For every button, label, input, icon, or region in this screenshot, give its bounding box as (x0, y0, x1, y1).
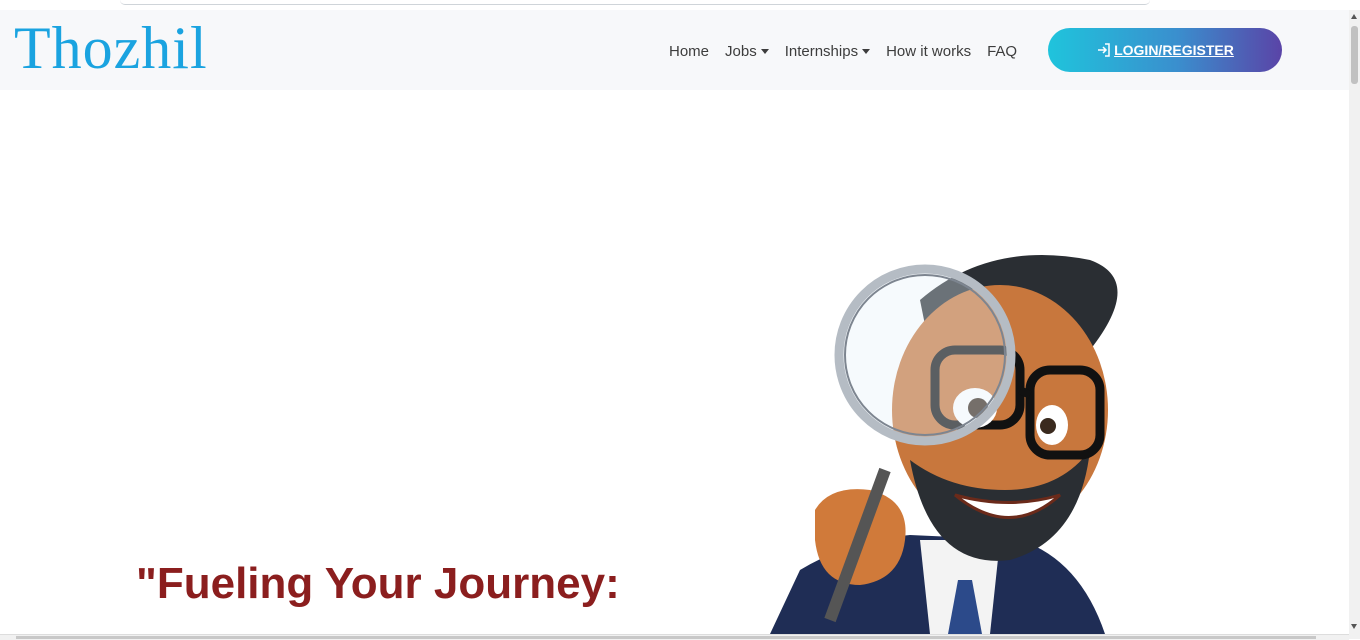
sign-in-icon (1096, 42, 1112, 58)
horizontal-scrollbar[interactable] (0, 634, 1349, 640)
hero-illustration (760, 240, 1140, 634)
nav-internships-dropdown[interactable]: Internships (784, 42, 871, 60)
logo-text: Thozhil (14, 15, 208, 81)
nav-how-it-works-label: How it works (886, 42, 972, 60)
navbar: Thozhil Home Jobs Internships How it wor… (0, 10, 1349, 90)
nav-links: Home Jobs Internships How it works FAQ (669, 40, 1033, 62)
scroll-thumb[interactable] (1351, 26, 1358, 84)
caret-down-icon (862, 48, 871, 54)
nav-internships-label: Internships (784, 42, 859, 60)
caret-down-icon (760, 48, 769, 54)
nav-faq-link[interactable]: FAQ (987, 43, 1017, 60)
login-register-label: LOGIN/REGISTER (1114, 42, 1234, 58)
nav-faq-label: FAQ (987, 42, 1018, 60)
tab-edge (120, 0, 1150, 5)
nav-home-label: Home (669, 42, 710, 60)
login-register-button[interactable]: LOGIN/REGISTER (1048, 28, 1282, 72)
vertical-scrollbar[interactable] (1349, 10, 1360, 639)
nav-jobs-dropdown[interactable]: Jobs (725, 43, 769, 60)
nav-home-link[interactable]: Home (669, 43, 709, 60)
site-logo[interactable]: Thozhil (14, 18, 214, 78)
scroll-up-arrow-icon[interactable] (1351, 14, 1357, 19)
nav-how-it-works-link[interactable]: How it works (886, 43, 971, 60)
hero-heading: "Fueling Your Journey: (136, 559, 620, 608)
scroll-down-arrow-icon[interactable] (1351, 624, 1357, 629)
nav-jobs-label: Jobs (725, 42, 757, 60)
